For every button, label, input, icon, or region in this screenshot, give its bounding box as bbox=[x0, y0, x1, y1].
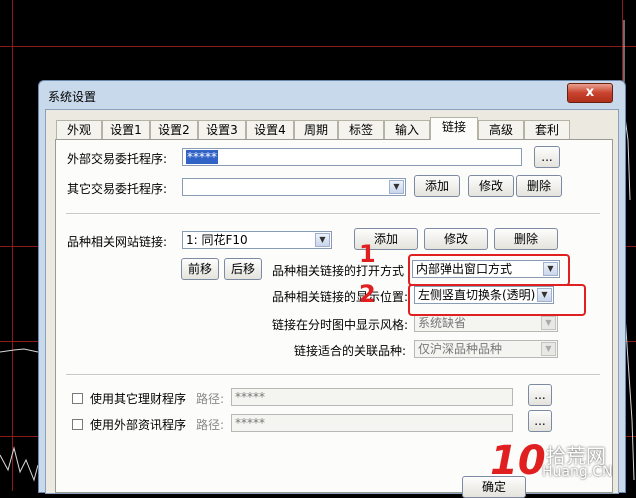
site-link-label: 品种相关网站链接: bbox=[67, 235, 168, 249]
move-up-button[interactable]: 前移 bbox=[181, 258, 219, 280]
other-trade-select[interactable]: ▼ bbox=[182, 178, 406, 196]
tab-settings3[interactable]: 设置3 bbox=[198, 120, 246, 139]
window-title: 系统设置 bbox=[48, 90, 97, 104]
info-path-input: ***** bbox=[231, 414, 513, 432]
finance-path-input: ***** bbox=[231, 388, 513, 406]
tab-appearance[interactable]: 外观 bbox=[56, 120, 102, 139]
tab-settings4[interactable]: 设置4 bbox=[246, 120, 294, 139]
move-down-button[interactable]: 后移 bbox=[224, 258, 262, 280]
divider bbox=[66, 374, 600, 376]
watermark-domain: Huang.CN bbox=[542, 464, 613, 480]
use-info-label: 使用外部资讯程序 bbox=[90, 418, 187, 432]
chevron-down-icon: ▼ bbox=[541, 342, 556, 356]
watermark-number: 10 bbox=[490, 438, 546, 484]
tab-settings2[interactable]: 设置2 bbox=[150, 120, 198, 139]
tab-input[interactable]: 输入 bbox=[384, 120, 430, 139]
divider bbox=[66, 213, 600, 215]
annotation-box-2 bbox=[408, 284, 586, 316]
external-trade-input[interactable]: ***** bbox=[182, 148, 522, 166]
tab-period[interactable]: 周期 bbox=[294, 120, 338, 139]
external-trade-label: 外部交易委托程序: bbox=[67, 152, 168, 166]
other-trade-modify-button[interactable]: 修改 bbox=[468, 175, 514, 197]
site-link-delete-button[interactable]: 删除 bbox=[494, 228, 558, 250]
open-mode-label: 品种相关链接的打开方式 bbox=[272, 264, 405, 278]
use-finance-label: 使用其它理财程序 bbox=[90, 392, 187, 406]
other-trade-label: 其它交易委托程序: bbox=[67, 182, 168, 196]
tab-advanced[interactable]: 高级 bbox=[478, 120, 524, 139]
other-trade-delete-button[interactable]: 删除 bbox=[516, 175, 562, 197]
site-link-select[interactable]: 1: 同花F10 ▼ bbox=[182, 231, 332, 249]
timeshare-style-label: 链接在分时图中显示风格: bbox=[272, 318, 409, 332]
chevron-down-icon: ▼ bbox=[541, 316, 556, 330]
info-path-label: 路径: bbox=[196, 418, 225, 432]
tab-arbitrage[interactable]: 套利 bbox=[524, 120, 570, 139]
tab-tags[interactable]: 标签 bbox=[338, 120, 384, 139]
display-position-label: 品种相关链接的显示位置: bbox=[272, 290, 409, 304]
annotation-number-2: 2 bbox=[359, 280, 376, 308]
info-browse-button[interactable]: ... bbox=[528, 410, 552, 432]
assoc-variety-label: 链接适合的关联品种: bbox=[294, 344, 407, 358]
other-trade-add-button[interactable]: 添加 bbox=[414, 175, 460, 197]
external-trade-browse-button[interactable]: ... bbox=[534, 146, 560, 168]
finance-path-label: 路径: bbox=[196, 392, 225, 406]
site-link-modify-button[interactable]: 修改 bbox=[424, 228, 488, 250]
timeshare-style-select: 系统缺省 ▼ bbox=[414, 314, 558, 332]
use-info-checkbox[interactable] bbox=[72, 419, 83, 430]
tab-settings1[interactable]: 设置1 bbox=[102, 120, 150, 139]
close-button[interactable]: x bbox=[567, 83, 613, 103]
title-bar[interactable]: 系统设置 x bbox=[39, 81, 625, 109]
tab-links[interactable]: 链接 bbox=[430, 117, 478, 140]
chevron-down-icon[interactable]: ▼ bbox=[315, 233, 330, 247]
annotation-number-1: 1 bbox=[359, 240, 376, 268]
annotation-box-1 bbox=[408, 254, 570, 286]
finance-browse-button[interactable]: ... bbox=[528, 384, 552, 406]
use-finance-checkbox[interactable] bbox=[72, 393, 83, 404]
chevron-down-icon[interactable]: ▼ bbox=[389, 180, 404, 194]
assoc-variety-select: 仅沪深品种品种 ▼ bbox=[414, 340, 558, 358]
